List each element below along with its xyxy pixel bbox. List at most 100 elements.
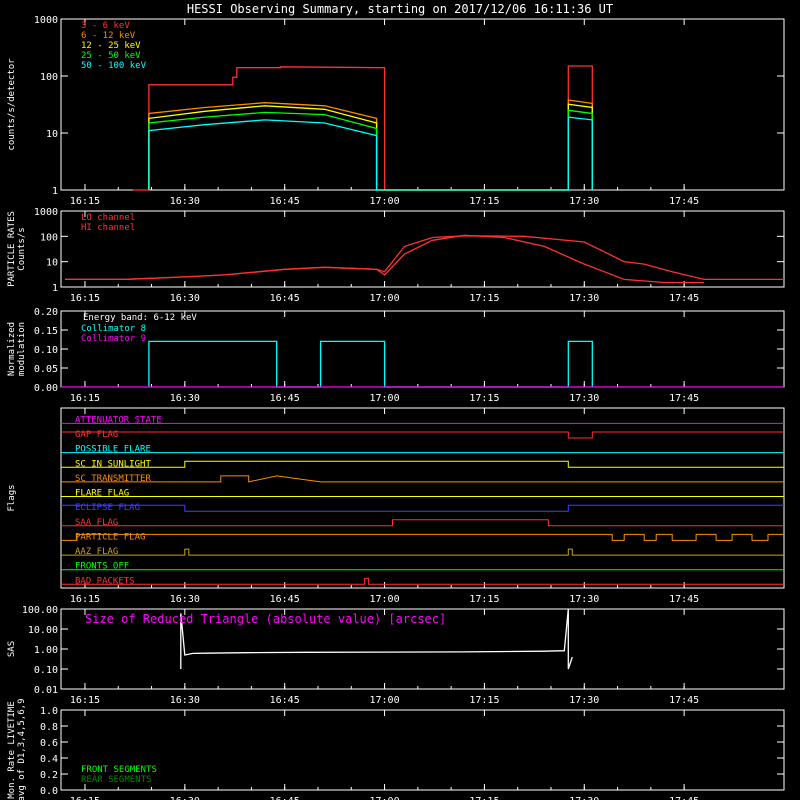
- y-tick-label: 0.2: [40, 770, 58, 781]
- x-tick-label: 17:30: [569, 695, 599, 706]
- x-tick-label: 16:15: [70, 293, 100, 304]
- x-tick-label: 16:15: [70, 695, 100, 706]
- flag-label: ECLIPSE FLAG: [75, 503, 140, 513]
- flag-label: BAD PACKETS: [75, 576, 135, 586]
- y-tick-label: 0.15: [34, 326, 58, 337]
- x-tick-label: 16:30: [170, 695, 200, 706]
- flag-label: ATTENUATOR STATE: [75, 415, 162, 425]
- x-tick-label: 17:30: [569, 196, 599, 207]
- y-tick-label: 0.01: [34, 685, 58, 696]
- x-tick-label: 17:30: [569, 393, 599, 404]
- y-tick-label: 1000: [34, 207, 58, 218]
- y-tick-label: 0.6: [40, 738, 58, 749]
- y-tick-label: 10.00: [28, 625, 58, 636]
- y-tick-label: 0.05: [34, 364, 58, 375]
- flag-label: PARTICLE FLAG: [75, 532, 145, 542]
- x-tick-label: 17:45: [669, 196, 699, 207]
- x-tick-label: 16:45: [270, 594, 300, 605]
- x-tick-label: 17:45: [669, 594, 699, 605]
- legend-entry: Collimator 8: [81, 324, 146, 334]
- y-tick-label: 1.00: [34, 645, 58, 656]
- x-tick-label: 17:00: [369, 293, 399, 304]
- legend-entry: HI channel: [81, 223, 135, 233]
- x-tick-label: 16:45: [270, 293, 300, 304]
- x-tick-label: 17:45: [669, 393, 699, 404]
- x-tick-label: 16:15: [70, 594, 100, 605]
- y-tick-label: 0.10: [34, 665, 58, 676]
- y-tick-label: 1000: [34, 15, 58, 26]
- y-tick-label: 0.10: [34, 345, 58, 356]
- x-tick-label: 17:45: [669, 293, 699, 304]
- x-tick-label: 17:00: [369, 796, 399, 800]
- y-tick-label: 1.0: [40, 706, 58, 717]
- y-tick-label: 0.8: [40, 722, 58, 733]
- x-tick-label: 16:30: [170, 393, 200, 404]
- flag-label: SAA FLAG: [75, 518, 118, 528]
- y-axis-label: Flags: [7, 484, 17, 511]
- flag-label: GAP FLAG: [75, 430, 118, 440]
- y-tick-label: 0.0: [40, 786, 58, 797]
- panel-annotation: Size of Reduced Triangle (absolute value…: [85, 612, 446, 626]
- legend-entry: LO channel: [81, 213, 135, 223]
- x-tick-label: 16:30: [170, 293, 200, 304]
- y-tick-label: 10: [46, 129, 58, 140]
- y-tick-label: 100: [40, 232, 58, 243]
- x-tick-label: 17:15: [469, 695, 499, 706]
- x-tick-label: 17:15: [469, 594, 499, 605]
- y-axis-label: PARTICLE RATES: [7, 211, 17, 287]
- legend-entry: Collimator 9: [81, 334, 146, 344]
- legend-entry: 6 - 12 keV: [81, 31, 136, 41]
- y-tick-label: 1: [52, 283, 58, 294]
- y-axis-label: avg of D1,3,4,5,6,9: [17, 699, 27, 800]
- y-tick-label: 0.20: [34, 307, 58, 318]
- x-tick-label: 17:15: [469, 293, 499, 304]
- x-tick-label: 17:00: [369, 196, 399, 207]
- legend-entry: REAR SEGMENTS: [81, 775, 151, 785]
- y-tick-label: 0.00: [34, 383, 58, 394]
- x-tick-label: 16:45: [270, 695, 300, 706]
- flag-label: SC IN SUNLIGHT: [75, 459, 151, 469]
- y-tick-label: 100: [40, 72, 58, 83]
- y-axis-label: Counts/s: [17, 227, 27, 270]
- x-tick-label: 17:45: [669, 796, 699, 800]
- x-tick-label: 17:00: [369, 393, 399, 404]
- flag-label: POSSIBLE FLARE: [75, 445, 151, 455]
- x-tick-label: 16:45: [270, 196, 300, 207]
- flag-label: FRONTS OFF: [75, 562, 129, 572]
- legend-entry: 3 - 6 keV: [81, 21, 130, 31]
- legend-entry: 50 - 100 keV: [81, 61, 147, 71]
- y-axis-label: SAS: [7, 641, 17, 657]
- y-tick-label: 10: [46, 258, 58, 269]
- x-tick-label: 16:15: [70, 393, 100, 404]
- y-tick-label: 100.00: [22, 605, 58, 616]
- flag-label: FLARE FLAG: [75, 489, 129, 499]
- x-tick-label: 16:15: [70, 796, 100, 800]
- legend-entry: 12 - 25 keV: [81, 41, 141, 51]
- y-tick-label: 0.4: [40, 754, 58, 765]
- y-axis-label: Normalized: [7, 322, 17, 376]
- x-tick-label: 16:30: [170, 196, 200, 207]
- x-tick-label: 17:00: [369, 594, 399, 605]
- x-tick-label: 17:45: [669, 695, 699, 706]
- figure-title: HESSI Observing Summary, starting on 201…: [187, 2, 613, 16]
- y-tick-label: 1: [52, 186, 58, 197]
- x-tick-label: 17:30: [569, 293, 599, 304]
- x-tick-label: 16:30: [170, 796, 200, 800]
- y-axis-label: Mon. Rate LIVETIME: [7, 701, 17, 799]
- y-axis-label: counts/s/detector: [7, 58, 17, 151]
- y-axis-label: modulation: [17, 322, 27, 376]
- x-tick-label: 17:30: [569, 796, 599, 800]
- x-tick-label: 17:15: [469, 196, 499, 207]
- x-tick-label: 16:30: [170, 594, 200, 605]
- x-tick-label: 17:15: [469, 393, 499, 404]
- flag-label: AAZ FLAG: [75, 547, 118, 557]
- observing-summary-figure: HESSI Observing Summary, starting on 201…: [0, 0, 800, 800]
- flag-label: SC TRANSMITTER: [75, 474, 151, 484]
- x-tick-label: 17:30: [569, 594, 599, 605]
- x-tick-label: 17:00: [369, 695, 399, 706]
- legend-title: Energy band: 6-12 keV: [83, 313, 197, 323]
- legend-entry: FRONT SEGMENTS: [81, 765, 157, 775]
- legend-entry: 25 - 50 keV: [81, 51, 141, 61]
- x-tick-label: 16:45: [270, 796, 300, 800]
- x-tick-label: 16:45: [270, 393, 300, 404]
